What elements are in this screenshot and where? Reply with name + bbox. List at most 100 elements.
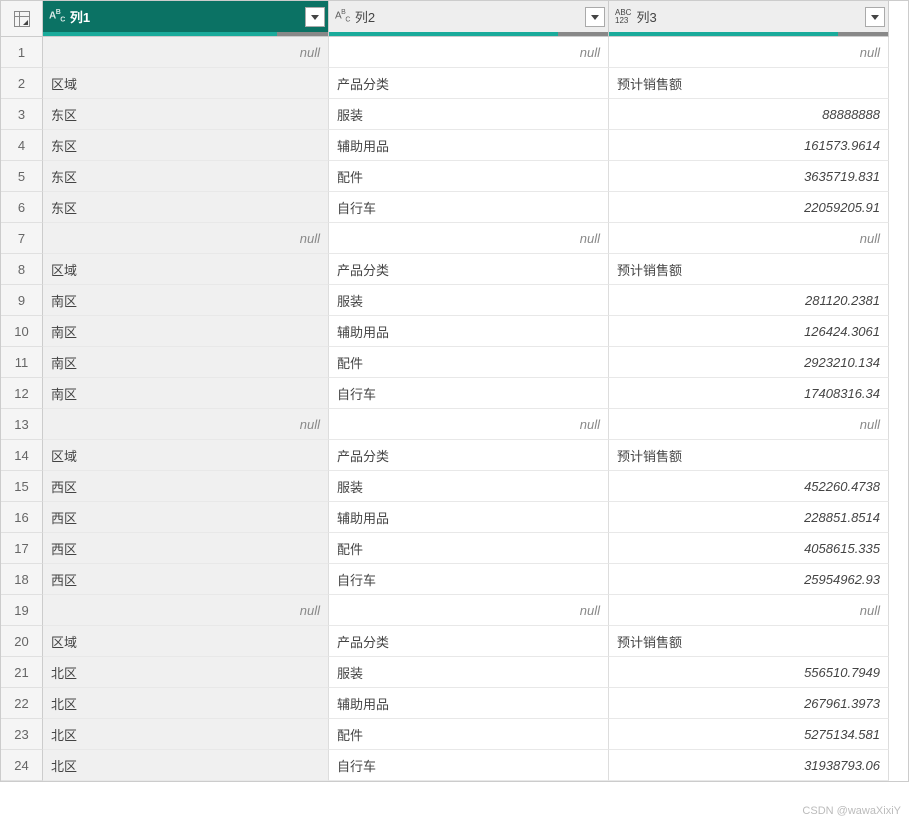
row-number[interactable]: 23 bbox=[1, 719, 43, 750]
cell[interactable]: 自行车 bbox=[329, 192, 609, 223]
cell[interactable]: 88888888 bbox=[609, 99, 889, 130]
column-filter-dropdown[interactable] bbox=[585, 7, 605, 27]
row-number[interactable]: 15 bbox=[1, 471, 43, 502]
cell[interactable]: 南区 bbox=[43, 285, 329, 316]
table-row[interactable]: 20区域产品分类预计销售额 bbox=[1, 626, 908, 657]
cell[interactable]: 5275134.581 bbox=[609, 719, 889, 750]
cell[interactable]: 25954962.93 bbox=[609, 564, 889, 595]
cell[interactable]: 产品分类 bbox=[329, 626, 609, 657]
cell[interactable]: 辅助用品 bbox=[329, 316, 609, 347]
cell[interactable]: 服装 bbox=[329, 285, 609, 316]
cell[interactable]: 2923210.134 bbox=[609, 347, 889, 378]
cell[interactable]: 南区 bbox=[43, 347, 329, 378]
table-row[interactable]: 2区域产品分类预计销售额 bbox=[1, 68, 908, 99]
row-number[interactable]: 24 bbox=[1, 750, 43, 781]
cell[interactable]: 区域 bbox=[43, 440, 329, 471]
table-row[interactable]: 6东区自行车22059205.91 bbox=[1, 192, 908, 223]
cell[interactable]: 126424.3061 bbox=[609, 316, 889, 347]
cell[interactable]: 北区 bbox=[43, 719, 329, 750]
cell[interactable]: 配件 bbox=[329, 719, 609, 750]
row-number[interactable]: 20 bbox=[1, 626, 43, 657]
cell[interactable]: null bbox=[609, 37, 889, 68]
cell[interactable]: 161573.9614 bbox=[609, 130, 889, 161]
row-number[interactable]: 3 bbox=[1, 99, 43, 130]
row-number[interactable]: 11 bbox=[1, 347, 43, 378]
cell[interactable]: 辅助用品 bbox=[329, 130, 609, 161]
row-number[interactable]: 18 bbox=[1, 564, 43, 595]
table-row[interactable]: 18西区自行车25954962.93 bbox=[1, 564, 908, 595]
cell[interactable]: null bbox=[43, 223, 329, 254]
cell[interactable]: 配件 bbox=[329, 347, 609, 378]
cell[interactable]: null bbox=[609, 223, 889, 254]
cell[interactable]: 配件 bbox=[329, 533, 609, 564]
cell[interactable]: 区域 bbox=[43, 68, 329, 99]
table-row[interactable]: 9南区服装281120.2381 bbox=[1, 285, 908, 316]
cell[interactable]: 267961.3973 bbox=[609, 688, 889, 719]
cell[interactable]: 北区 bbox=[43, 657, 329, 688]
row-number[interactable]: 12 bbox=[1, 378, 43, 409]
table-row[interactable]: 10南区辅助用品126424.3061 bbox=[1, 316, 908, 347]
cell[interactable]: 南区 bbox=[43, 378, 329, 409]
cell[interactable]: 东区 bbox=[43, 99, 329, 130]
cell[interactable]: 31938793.06 bbox=[609, 750, 889, 781]
table-row[interactable]: 5东区配件3635719.831 bbox=[1, 161, 908, 192]
row-number[interactable]: 4 bbox=[1, 130, 43, 161]
table-row[interactable]: 19nullnullnull bbox=[1, 595, 908, 626]
column-header-col1[interactable]: ABC 列1 bbox=[43, 1, 329, 37]
row-number[interactable]: 5 bbox=[1, 161, 43, 192]
table-row[interactable]: 21北区服装556510.7949 bbox=[1, 657, 908, 688]
table-row[interactable]: 17西区配件4058615.335 bbox=[1, 533, 908, 564]
cell[interactable]: 产品分类 bbox=[329, 440, 609, 471]
table-row[interactable]: 12南区自行车17408316.34 bbox=[1, 378, 908, 409]
cell[interactable]: 产品分类 bbox=[329, 254, 609, 285]
cell[interactable]: null bbox=[43, 409, 329, 440]
row-number[interactable]: 1 bbox=[1, 37, 43, 68]
cell[interactable]: 服装 bbox=[329, 471, 609, 502]
cell[interactable]: 区域 bbox=[43, 254, 329, 285]
cell[interactable]: null bbox=[609, 595, 889, 626]
table-row[interactable]: 4东区辅助用品161573.9614 bbox=[1, 130, 908, 161]
cell[interactable]: 预计销售额 bbox=[609, 626, 889, 657]
table-row[interactable]: 1nullnullnull bbox=[1, 37, 908, 68]
column-header-col3[interactable]: ABC123 列3 bbox=[609, 1, 889, 37]
cell[interactable]: null bbox=[329, 223, 609, 254]
cell[interactable]: 预计销售额 bbox=[609, 254, 889, 285]
cell[interactable]: null bbox=[329, 37, 609, 68]
table-row[interactable]: 11南区配件2923210.134 bbox=[1, 347, 908, 378]
cell[interactable]: 17408316.34 bbox=[609, 378, 889, 409]
cell[interactable]: 西区 bbox=[43, 502, 329, 533]
table-row[interactable]: 13nullnullnull bbox=[1, 409, 908, 440]
cell[interactable]: 东区 bbox=[43, 161, 329, 192]
select-all-corner[interactable] bbox=[1, 1, 43, 37]
cell[interactable]: 西区 bbox=[43, 533, 329, 564]
cell[interactable]: 西区 bbox=[43, 564, 329, 595]
cell[interactable]: 自行车 bbox=[329, 564, 609, 595]
table-row[interactable]: 3东区服装88888888 bbox=[1, 99, 908, 130]
row-number[interactable]: 8 bbox=[1, 254, 43, 285]
cell[interactable]: 区域 bbox=[43, 626, 329, 657]
cell[interactable]: 辅助用品 bbox=[329, 688, 609, 719]
cell[interactable]: null bbox=[329, 595, 609, 626]
row-number[interactable]: 16 bbox=[1, 502, 43, 533]
table-row[interactable]: 8区域产品分类预计销售额 bbox=[1, 254, 908, 285]
table-row[interactable]: 14区域产品分类预计销售额 bbox=[1, 440, 908, 471]
table-row[interactable]: 7nullnullnull bbox=[1, 223, 908, 254]
cell[interactable]: 产品分类 bbox=[329, 68, 609, 99]
column-filter-dropdown[interactable] bbox=[865, 7, 885, 27]
row-number[interactable]: 22 bbox=[1, 688, 43, 719]
cell[interactable]: 22059205.91 bbox=[609, 192, 889, 223]
cell[interactable]: 北区 bbox=[43, 750, 329, 781]
row-number[interactable]: 6 bbox=[1, 192, 43, 223]
row-number[interactable]: 9 bbox=[1, 285, 43, 316]
cell[interactable]: 自行车 bbox=[329, 378, 609, 409]
cell[interactable]: 预计销售额 bbox=[609, 68, 889, 99]
cell[interactable]: 辅助用品 bbox=[329, 502, 609, 533]
table-row[interactable]: 23北区配件5275134.581 bbox=[1, 719, 908, 750]
table-row[interactable]: 15西区服装452260.4738 bbox=[1, 471, 908, 502]
cell[interactable]: null bbox=[609, 409, 889, 440]
column-header-col2[interactable]: ABC 列2 bbox=[329, 1, 609, 37]
cell[interactable]: null bbox=[43, 37, 329, 68]
cell[interactable]: 配件 bbox=[329, 161, 609, 192]
cell[interactable]: 东区 bbox=[43, 192, 329, 223]
column-filter-dropdown[interactable] bbox=[305, 7, 325, 27]
